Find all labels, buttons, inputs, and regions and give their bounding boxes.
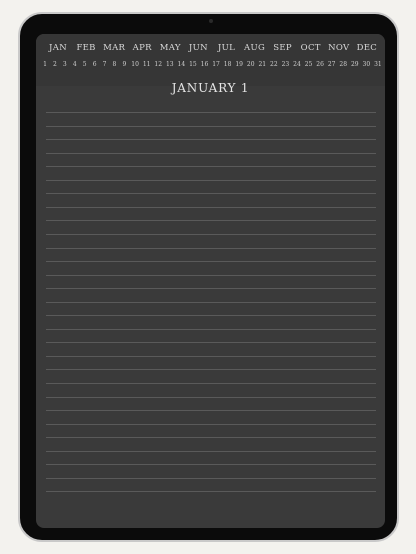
- day-link-9[interactable]: 9: [121, 61, 127, 73]
- day-link-27[interactable]: 27: [328, 61, 336, 73]
- ruled-line: [46, 206, 376, 208]
- day-link-28[interactable]: 28: [339, 61, 347, 73]
- day-link-19[interactable]: 19: [235, 61, 243, 73]
- ruled-line: [46, 437, 376, 439]
- day-link-29[interactable]: 29: [351, 61, 359, 73]
- month-tab-mar[interactable]: MAR: [100, 43, 128, 57]
- ruled-line: [46, 410, 376, 412]
- day-link-26[interactable]: 26: [316, 61, 324, 73]
- day-link-17[interactable]: 17: [212, 61, 220, 73]
- day-link-16[interactable]: 16: [201, 61, 209, 73]
- ruled-line: [46, 355, 376, 357]
- day-link-22[interactable]: 22: [270, 61, 278, 73]
- ruled-line: [46, 261, 376, 263]
- ruled-line: [46, 477, 376, 479]
- ruled-line: [46, 152, 376, 154]
- day-link-6[interactable]: 6: [92, 61, 98, 73]
- page-title: JANUARY 1: [171, 81, 250, 95]
- day-links: 1 2 3 4 5 6 7 8 9 10 11 12 13 14 15 16 17 18 19 20 21 22 23 24 2…: [42, 61, 382, 73]
- day-link-8[interactable]: 8: [111, 61, 117, 73]
- day-link-11[interactable]: 11: [143, 61, 151, 73]
- day-link-13[interactable]: 13: [166, 61, 174, 73]
- ruled-line: [46, 328, 376, 330]
- day-link-5[interactable]: 5: [82, 61, 88, 73]
- ruled-line: [46, 450, 376, 452]
- camera-icon: [209, 19, 213, 23]
- day-link-24[interactable]: 24: [293, 61, 301, 73]
- ruled-line: [46, 315, 376, 317]
- ruled-line: [46, 491, 376, 493]
- month-tab-nov[interactable]: NOV: [325, 43, 353, 57]
- day-link-14[interactable]: 14: [178, 61, 186, 73]
- day-link-1[interactable]: 1: [42, 61, 48, 73]
- day-link-21[interactable]: 21: [258, 61, 266, 73]
- day-link-30[interactable]: 30: [363, 61, 371, 73]
- ruled-line: [46, 423, 376, 425]
- day-link-15[interactable]: 15: [189, 61, 197, 73]
- ruled-line: [46, 166, 376, 168]
- day-link-2[interactable]: 2: [52, 61, 58, 73]
- day-link-3[interactable]: 3: [62, 61, 68, 73]
- ruled-line: [46, 274, 376, 276]
- ruled-line: [46, 233, 376, 235]
- ruled-line: [46, 369, 376, 371]
- ruled-line: [46, 247, 376, 249]
- day-link-12[interactable]: 12: [154, 61, 162, 73]
- ruled-line: [46, 179, 376, 181]
- month-tab-sep[interactable]: SEP: [269, 43, 297, 57]
- month-tab-jun[interactable]: JUN: [184, 43, 212, 57]
- day-link-20[interactable]: 20: [247, 61, 255, 73]
- month-tab-oct[interactable]: OCT: [297, 43, 325, 57]
- ruled-line: [46, 112, 376, 113]
- month-tabs: JAN FEB MAR APR MAY JUN JUL AUG SEP OCT …: [44, 43, 381, 57]
- ruled-lines[interactable]: [46, 112, 376, 493]
- day-link-31[interactable]: 31: [374, 61, 382, 73]
- ruled-line: [46, 193, 376, 195]
- day-link-7[interactable]: 7: [102, 61, 108, 73]
- ruled-line: [46, 342, 376, 344]
- ruled-line: [46, 220, 376, 222]
- tablet-frame: JAN FEB MAR APR MAY JUN JUL AUG SEP OCT …: [18, 12, 399, 542]
- ruled-line: [46, 125, 376, 127]
- month-nav: JAN FEB MAR APR MAY JUN JUL AUG SEP OCT …: [36, 34, 385, 86]
- month-tab-jul[interactable]: JUL: [212, 43, 240, 57]
- month-tab-dec[interactable]: DEC: [353, 43, 381, 57]
- ruled-line: [46, 464, 376, 466]
- day-link-25[interactable]: 25: [305, 61, 313, 73]
- ruled-line: [46, 396, 376, 398]
- planner-screen: JAN FEB MAR APR MAY JUN JUL AUG SEP OCT …: [36, 34, 385, 528]
- day-link-23[interactable]: 23: [282, 61, 290, 73]
- month-tab-jan[interactable]: JAN: [44, 43, 72, 57]
- day-link-18[interactable]: 18: [224, 61, 232, 73]
- month-tab-feb[interactable]: FEB: [72, 43, 100, 57]
- ruled-line: [46, 301, 376, 303]
- ruled-line: [46, 383, 376, 384]
- month-tab-may[interactable]: MAY: [156, 43, 184, 57]
- ruled-line: [46, 139, 376, 141]
- day-link-4[interactable]: 4: [72, 61, 78, 73]
- ruled-line: [46, 288, 376, 290]
- day-link-10[interactable]: 10: [131, 61, 139, 73]
- month-tab-apr[interactable]: APR: [128, 43, 156, 57]
- month-tab-aug[interactable]: AUG: [241, 43, 269, 57]
